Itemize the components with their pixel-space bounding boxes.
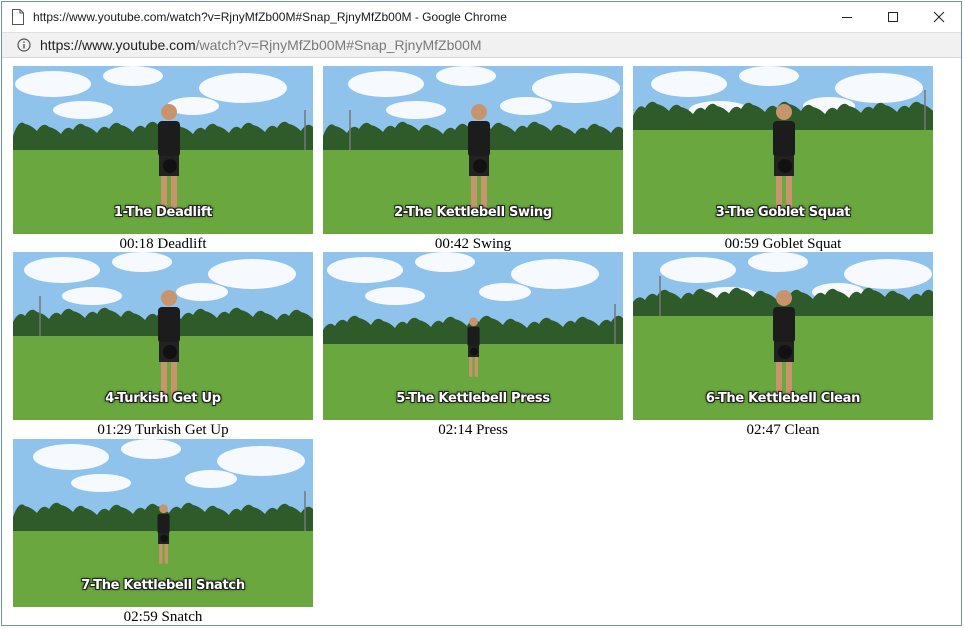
kettlebell	[778, 159, 792, 173]
athlete-head	[159, 504, 168, 514]
cloud	[348, 71, 424, 97]
url-host: https://www.youtube.com	[40, 37, 196, 53]
cloud	[199, 73, 287, 103]
clip-thumbnail[interactable]: 4-Turkish Get Up	[13, 252, 313, 420]
clip-thumbnail[interactable]: 7-The Kettlebell Snatch	[13, 439, 313, 607]
maximize-icon	[888, 12, 898, 22]
athlete-shirt	[467, 326, 480, 347]
cloud	[415, 252, 475, 272]
clip-caption: 00:42 Swing	[434, 236, 512, 252]
cloud	[62, 287, 122, 305]
minimize-icon	[842, 17, 852, 18]
athlete-head	[161, 290, 177, 306]
clip-caption: 01:29 Turkish Get Up	[97, 422, 229, 438]
cloud	[479, 283, 531, 301]
document-icon	[12, 9, 24, 25]
kettlebell	[473, 159, 487, 173]
clip-overlay-title: 2-The Kettlebell Swing	[394, 205, 552, 220]
cloud	[844, 259, 932, 289]
cloud	[386, 101, 446, 119]
cloud	[121, 439, 181, 459]
cloud	[53, 101, 113, 119]
athlete-leg	[474, 357, 478, 377]
cloud	[511, 259, 599, 289]
cloud	[327, 257, 403, 283]
info-icon[interactable]	[17, 38, 31, 52]
clip-thumbnail[interactable]: 1-The Deadlift	[13, 66, 313, 234]
title-bar[interactable]: https://www.youtube.com/watch?v=RjnyMfZb…	[2, 2, 961, 32]
cloud	[208, 259, 296, 289]
clip-caption: 00:18 Deadlift	[119, 236, 207, 252]
clip-thumbnail[interactable]: 6-The Kettlebell Clean	[633, 252, 933, 420]
url-path: /watch?v=RjnyMfZb00M#Snap_RjnyMfZb00M	[195, 37, 482, 53]
kettlebell	[160, 534, 168, 543]
clip-thumbnail[interactable]: 5-The Kettlebell Press	[323, 252, 623, 420]
clip-overlay-title: 5-The Kettlebell Press	[396, 391, 550, 406]
cloud	[176, 283, 228, 301]
athlete-head	[471, 104, 487, 120]
clip-caption: 02:47 Clean	[746, 422, 820, 438]
clip-card[interactable]: 3-The Goblet Squat 00:59 Goblet Squat	[633, 66, 933, 253]
cloud	[71, 474, 131, 492]
cloud	[217, 446, 305, 476]
clip-overlay-title: 4-Turkish Get Up	[105, 391, 221, 406]
clip-caption: 02:59 Snatch	[123, 609, 203, 625]
athlete-head	[776, 290, 792, 306]
clip-card[interactable]: 1-The Deadlift 00:18 Deadlift	[13, 66, 313, 253]
kettlebell	[778, 345, 792, 359]
close-button[interactable]	[916, 2, 962, 32]
minimize-button[interactable]	[824, 2, 870, 32]
athlete-head	[776, 104, 792, 120]
athlete-shirt	[773, 121, 795, 157]
athlete-leg	[469, 357, 473, 377]
cloud	[835, 73, 923, 103]
athlete-shirt	[158, 121, 180, 157]
cloud	[103, 66, 163, 86]
clip-overlay-title: 7-The Kettlebell Snatch	[81, 578, 245, 593]
clip-thumbnail[interactable]: 3-The Goblet Squat	[633, 66, 933, 234]
athlete-leg	[159, 544, 163, 564]
url-text[interactable]: https://www.youtube.com/watch?v=RjnyMfZb…	[40, 37, 482, 53]
athlete-leg	[164, 544, 168, 564]
cloud	[24, 257, 100, 283]
kettlebell	[163, 345, 177, 359]
kettlebell	[163, 159, 177, 173]
cloud	[112, 252, 172, 272]
athlete-head	[161, 104, 177, 120]
cloud	[532, 73, 620, 103]
window-title: https://www.youtube.com/watch?v=RjnyMfZb…	[33, 10, 507, 24]
athlete-head	[469, 317, 478, 327]
clip-overlay-title: 3-The Goblet Squat	[715, 205, 851, 220]
athlete-shirt	[157, 513, 170, 534]
athlete-shirt	[468, 121, 490, 157]
clip-card[interactable]: 4-Turkish Get Up 01:29 Turkish Get Up	[13, 252, 313, 439]
address-bar[interactable]: https://www.youtube.com/watch?v=RjnyMfZb…	[2, 32, 961, 58]
maximize-button[interactable]	[870, 2, 916, 32]
cloud	[748, 252, 808, 272]
cloud	[15, 71, 91, 97]
clip-thumbnail[interactable]: 2-The Kettlebell Swing	[323, 66, 623, 234]
browser-window: https://www.youtube.com/watch?v=RjnyMfZb…	[1, 1, 962, 626]
close-icon	[933, 11, 945, 23]
clip-card[interactable]: 6-The Kettlebell Clean 02:47 Clean	[633, 252, 933, 439]
clip-card[interactable]: 7-The Kettlebell Snatch 02:59 Snatch	[13, 439, 313, 626]
clip-overlay-title: 6-The Kettlebell Clean	[705, 391, 861, 406]
clip-card[interactable]: 5-The Kettlebell Press 02:14 Press	[323, 252, 623, 439]
cloud	[739, 66, 799, 86]
cloud	[33, 444, 109, 470]
cloud	[651, 71, 727, 97]
clip-caption: 02:14 Press	[438, 422, 508, 438]
athlete-shirt	[158, 307, 180, 343]
cloud	[500, 97, 552, 115]
cloud	[365, 287, 425, 305]
clip-caption: 00:59 Goblet Squat	[724, 236, 842, 252]
athlete-shirt	[773, 307, 795, 343]
cloud	[660, 257, 736, 283]
clip-overlay-title: 1-The Deadlift	[113, 205, 213, 220]
cloud	[185, 470, 237, 488]
clip-card[interactable]: 2-The Kettlebell Swing 00:42 Swing	[323, 66, 623, 253]
cloud	[436, 66, 496, 86]
page-content: 1-The Deadlift 00:18 Deadlift 2-The Kett…	[2, 58, 961, 625]
kettlebell	[470, 347, 478, 356]
